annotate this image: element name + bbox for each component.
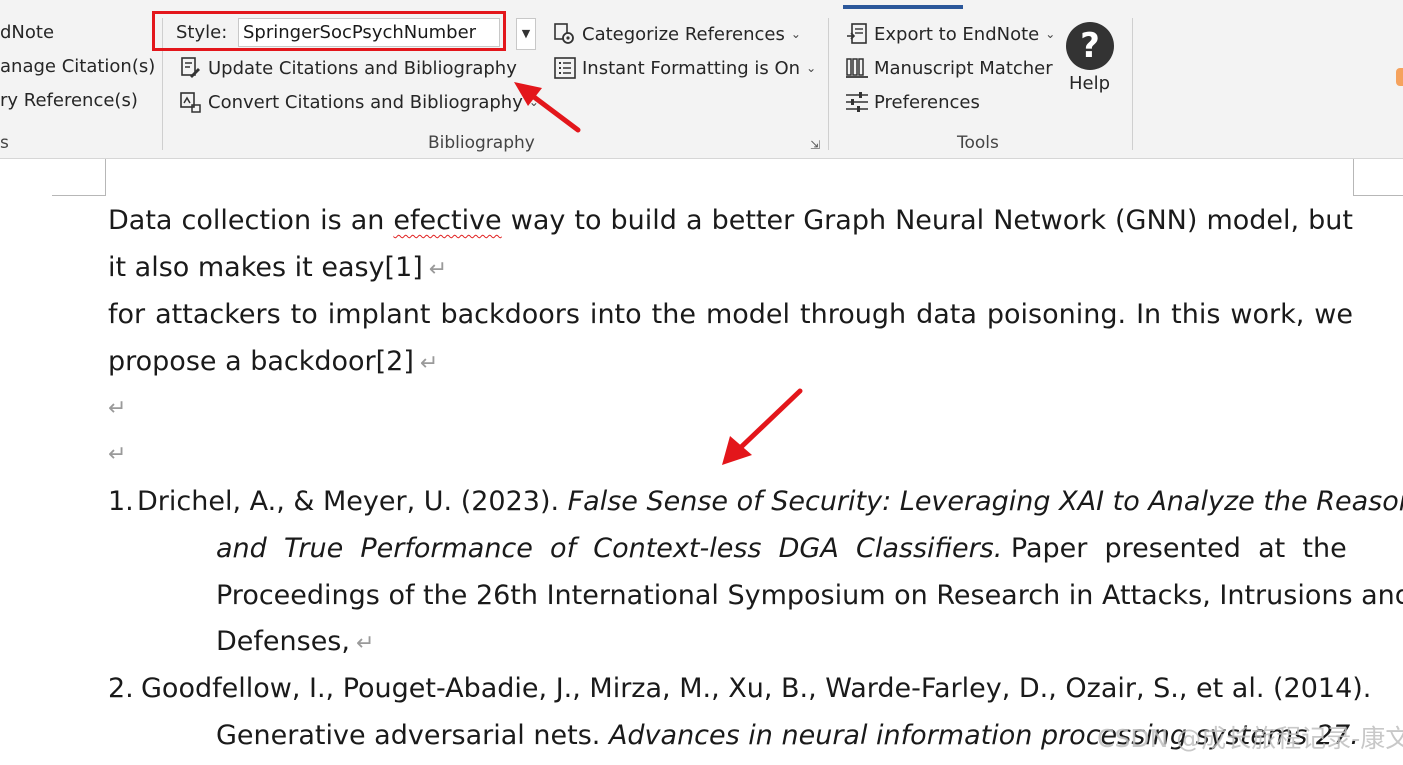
chevron-down-icon: ⌄ (806, 61, 817, 75)
dialog-launcher-icon[interactable]: ⇲ (810, 138, 820, 152)
paragraph-mark: ↵ (355, 631, 375, 656)
margin-corner-right (1353, 159, 1403, 196)
bibliography-entry-1-line-2[interactable]: and True Performance of Context-less DGA… (216, 533, 1347, 564)
active-tab-indicator (843, 5, 963, 9)
instant-formatting-label: Instant Formatting is On (582, 57, 801, 79)
manuscript-matcher-button[interactable]: Manuscript Matcher (846, 54, 1053, 82)
list-format-icon (554, 57, 576, 79)
paragraph-mark: ↵ (428, 256, 448, 282)
style-dropdown-button[interactable]: ▼ (516, 18, 536, 50)
watermark: CSDN @成长旅程记录-康文 (1097, 724, 1403, 753)
bibliography-number: 1. (108, 486, 134, 517)
ribbon: dNote anage Citation(s) ry Reference(s) … (0, 0, 1403, 159)
help-label[interactable]: Help (1069, 73, 1110, 94)
update-document-icon (180, 57, 202, 79)
bibliography-group-label: Bibliography (428, 133, 535, 153)
tools-group-label: Tools (957, 133, 999, 153)
entry-title: Generative adversarial nets. (216, 720, 609, 751)
chevron-down-icon: ▼ (521, 27, 531, 40)
style-highlight-box (152, 11, 506, 51)
convert-document-icon (180, 91, 202, 113)
empty-paragraph[interactable]: ↵ (108, 384, 1353, 433)
margin-corner-left (52, 159, 106, 196)
sliders-icon (846, 91, 868, 113)
library-reference-button[interactable]: ry Reference(s) (0, 90, 138, 112)
update-citations-label: Update Citations and Bibliography (208, 57, 517, 79)
update-citations-button[interactable]: Update Citations and Bibliography (180, 54, 517, 82)
bibliography-number: 2. (108, 673, 134, 704)
bibliography-entry-2-line-1[interactable]: Goodfellow, I., Pouget-Abadie, J., Mirza… (141, 673, 1371, 704)
convert-citations-label: Convert Citations and Bibliography (208, 91, 523, 113)
manuscript-matcher-label: Manuscript Matcher (874, 57, 1053, 79)
preferences-button[interactable]: Preferences (846, 88, 980, 116)
paragraph-mark: ↵ (108, 396, 127, 421)
gear-document-icon (554, 23, 576, 45)
paragraph-1[interactable]: Data collection is an efective way to bu… (108, 198, 1353, 294)
paragraph-mark: ↵ (419, 350, 439, 376)
books-icon (846, 57, 868, 79)
paragraph-mark: ↵ (108, 442, 127, 467)
misspelled-word[interactable]: efective (393, 205, 501, 236)
help-icon[interactable]: ? (1066, 22, 1114, 70)
manage-citations-button[interactable]: anage Citation(s) (0, 56, 155, 78)
app-logo-fragment (1396, 68, 1403, 86)
export-document-icon (846, 23, 868, 45)
bibliography-entry-1-line-3[interactable]: Proceedings of the 26th International Sy… (216, 580, 1403, 611)
bibliography-entry-1-line-4[interactable]: Defenses, ↵ (216, 626, 374, 657)
paragraph-1-start: Data collection is an (108, 205, 394, 236)
categorize-references-button[interactable]: Categorize References ⌄ (554, 20, 801, 48)
ribbon-item-endnote[interactable]: dNote (0, 22, 54, 44)
paragraph-2[interactable]: for attackers to implant backdoors into … (108, 292, 1353, 388)
instant-formatting-button[interactable]: Instant Formatting is On ⌄ (554, 54, 816, 82)
group-separator (828, 18, 829, 150)
bibliography-entry-1-line-1[interactable]: Drichel, A., & Meyer, U. (2023). False S… (137, 486, 1403, 517)
entry-title: False Sense of Security: Leveraging XAI … (567, 486, 1403, 517)
entry-venue-end: Defenses, (216, 626, 350, 657)
preferences-label: Preferences (874, 91, 980, 113)
paragraph-2-text: for attackers to implant backdoors into … (108, 299, 1353, 377)
chevron-down-icon: ⌄ (1045, 27, 1056, 41)
empty-paragraph[interactable]: ↵ (108, 430, 1353, 479)
citations-group-label: s (0, 133, 9, 153)
convert-citations-button[interactable]: Convert Citations and Bibliography ⌄ (180, 88, 539, 116)
entry-authors: Drichel, A., & Meyer, U. (2023). (137, 486, 568, 517)
export-to-endnote-label: Export to EndNote (874, 23, 1040, 45)
chevron-down-icon: ⌄ (528, 95, 539, 109)
entry-title-continued: and True Performance of Context-less DGA… (216, 533, 1003, 564)
group-separator (1132, 18, 1133, 150)
categorize-references-label: Categorize References (582, 23, 785, 45)
export-to-endnote-button[interactable]: Export to EndNote ⌄ (846, 20, 1055, 48)
chevron-down-icon: ⌄ (790, 27, 801, 41)
entry-note: Paper presented at the (1002, 533, 1347, 564)
